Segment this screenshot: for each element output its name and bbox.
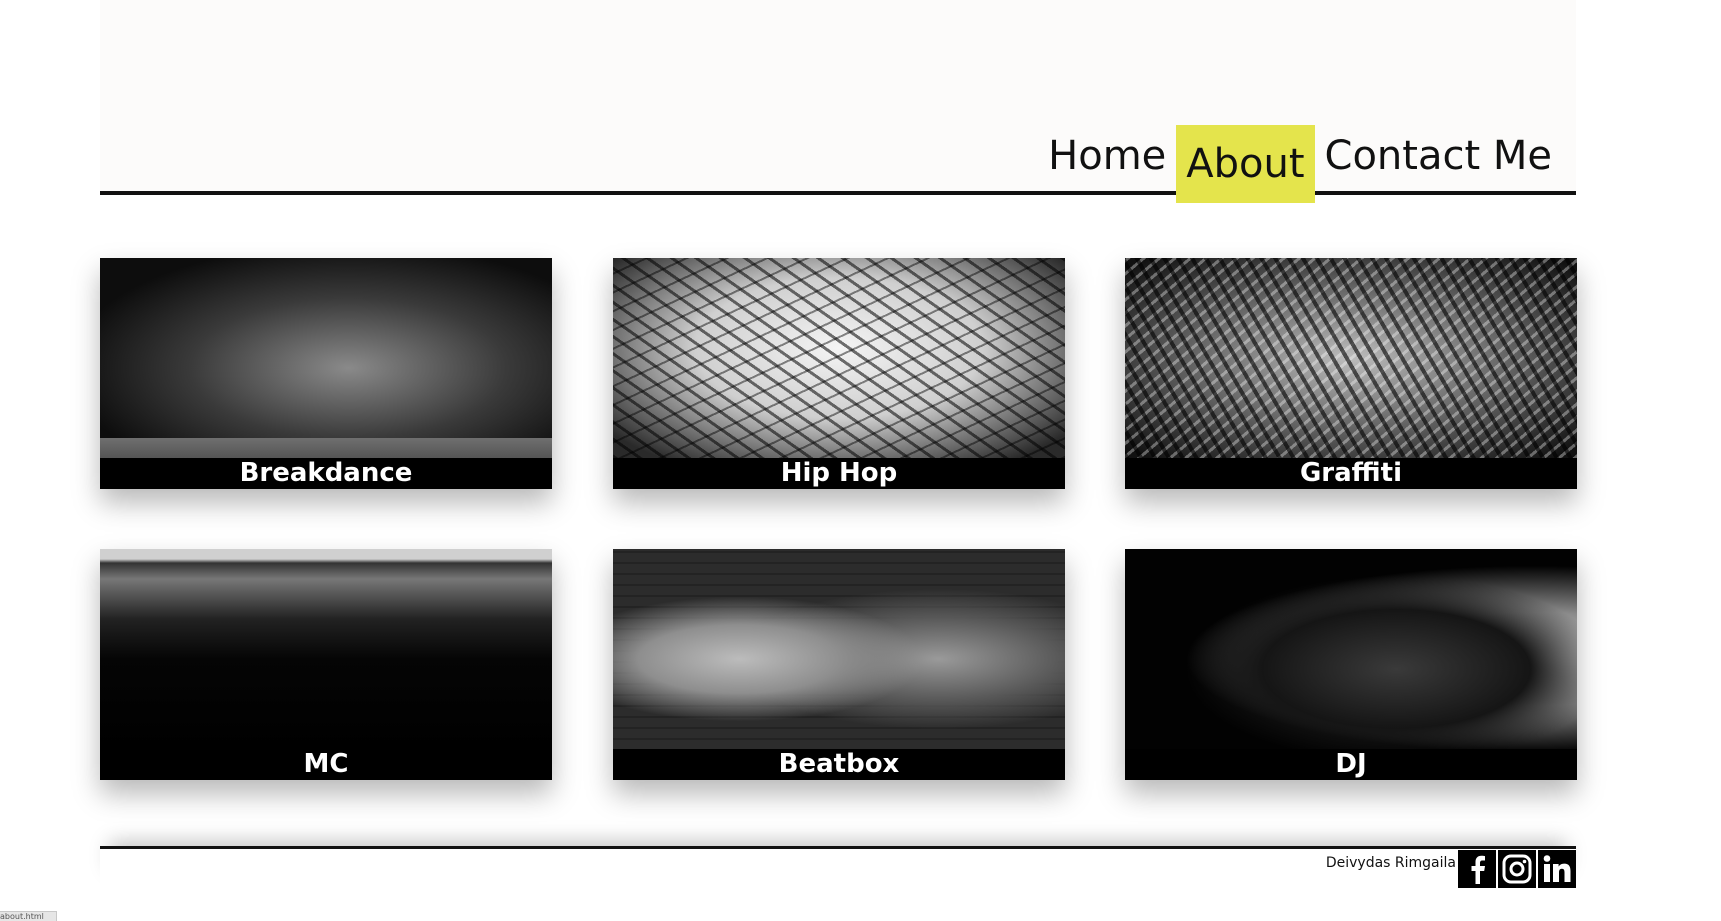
status-bar-url: about.html <box>0 911 57 921</box>
nav-about-link[interactable]: About <box>1176 125 1315 203</box>
social-links <box>1458 850 1576 888</box>
nav-home-link[interactable]: Home <box>1038 125 1176 203</box>
graffiti-photo <box>1125 258 1577 458</box>
card-breakdance[interactable]: Breakdance <box>100 258 552 489</box>
card-graffiti[interactable]: Graffiti <box>1125 258 1577 489</box>
card-caption: Breakdance <box>100 458 552 489</box>
site-header: Home About Contact Me <box>100 0 1576 203</box>
card-dj[interactable]: DJ <box>1125 549 1577 780</box>
card-caption: Beatbox <box>613 749 1065 780</box>
beatbox-photo <box>613 549 1065 749</box>
hip-hop-photo <box>613 258 1065 458</box>
main-nav: Home About Contact Me <box>1038 125 1562 203</box>
card-caption: MC <box>100 749 552 780</box>
nav-contact-link[interactable]: Contact Me <box>1315 125 1562 203</box>
breakdance-photo <box>100 258 552 458</box>
linkedin-icon[interactable] <box>1538 850 1576 888</box>
page: Home About Contact Me Breakdance Hip Hop… <box>0 0 1721 921</box>
card-beatbox[interactable]: Beatbox <box>613 549 1065 780</box>
instagram-icon[interactable] <box>1498 850 1536 888</box>
card-caption: Hip Hop <box>613 458 1065 489</box>
site-footer: Deivydas Rimgaila <box>100 846 1576 892</box>
facebook-icon[interactable] <box>1458 850 1496 888</box>
dj-photo <box>1125 549 1577 749</box>
card-caption: Graffiti <box>1125 458 1577 489</box>
card-mc[interactable]: MC <box>100 549 552 780</box>
footer-author: Deivydas Rimgaila <box>1325 855 1456 871</box>
card-caption: DJ <box>1125 749 1577 780</box>
mc-photo <box>100 549 552 749</box>
card-hip-hop[interactable]: Hip Hop <box>613 258 1065 489</box>
